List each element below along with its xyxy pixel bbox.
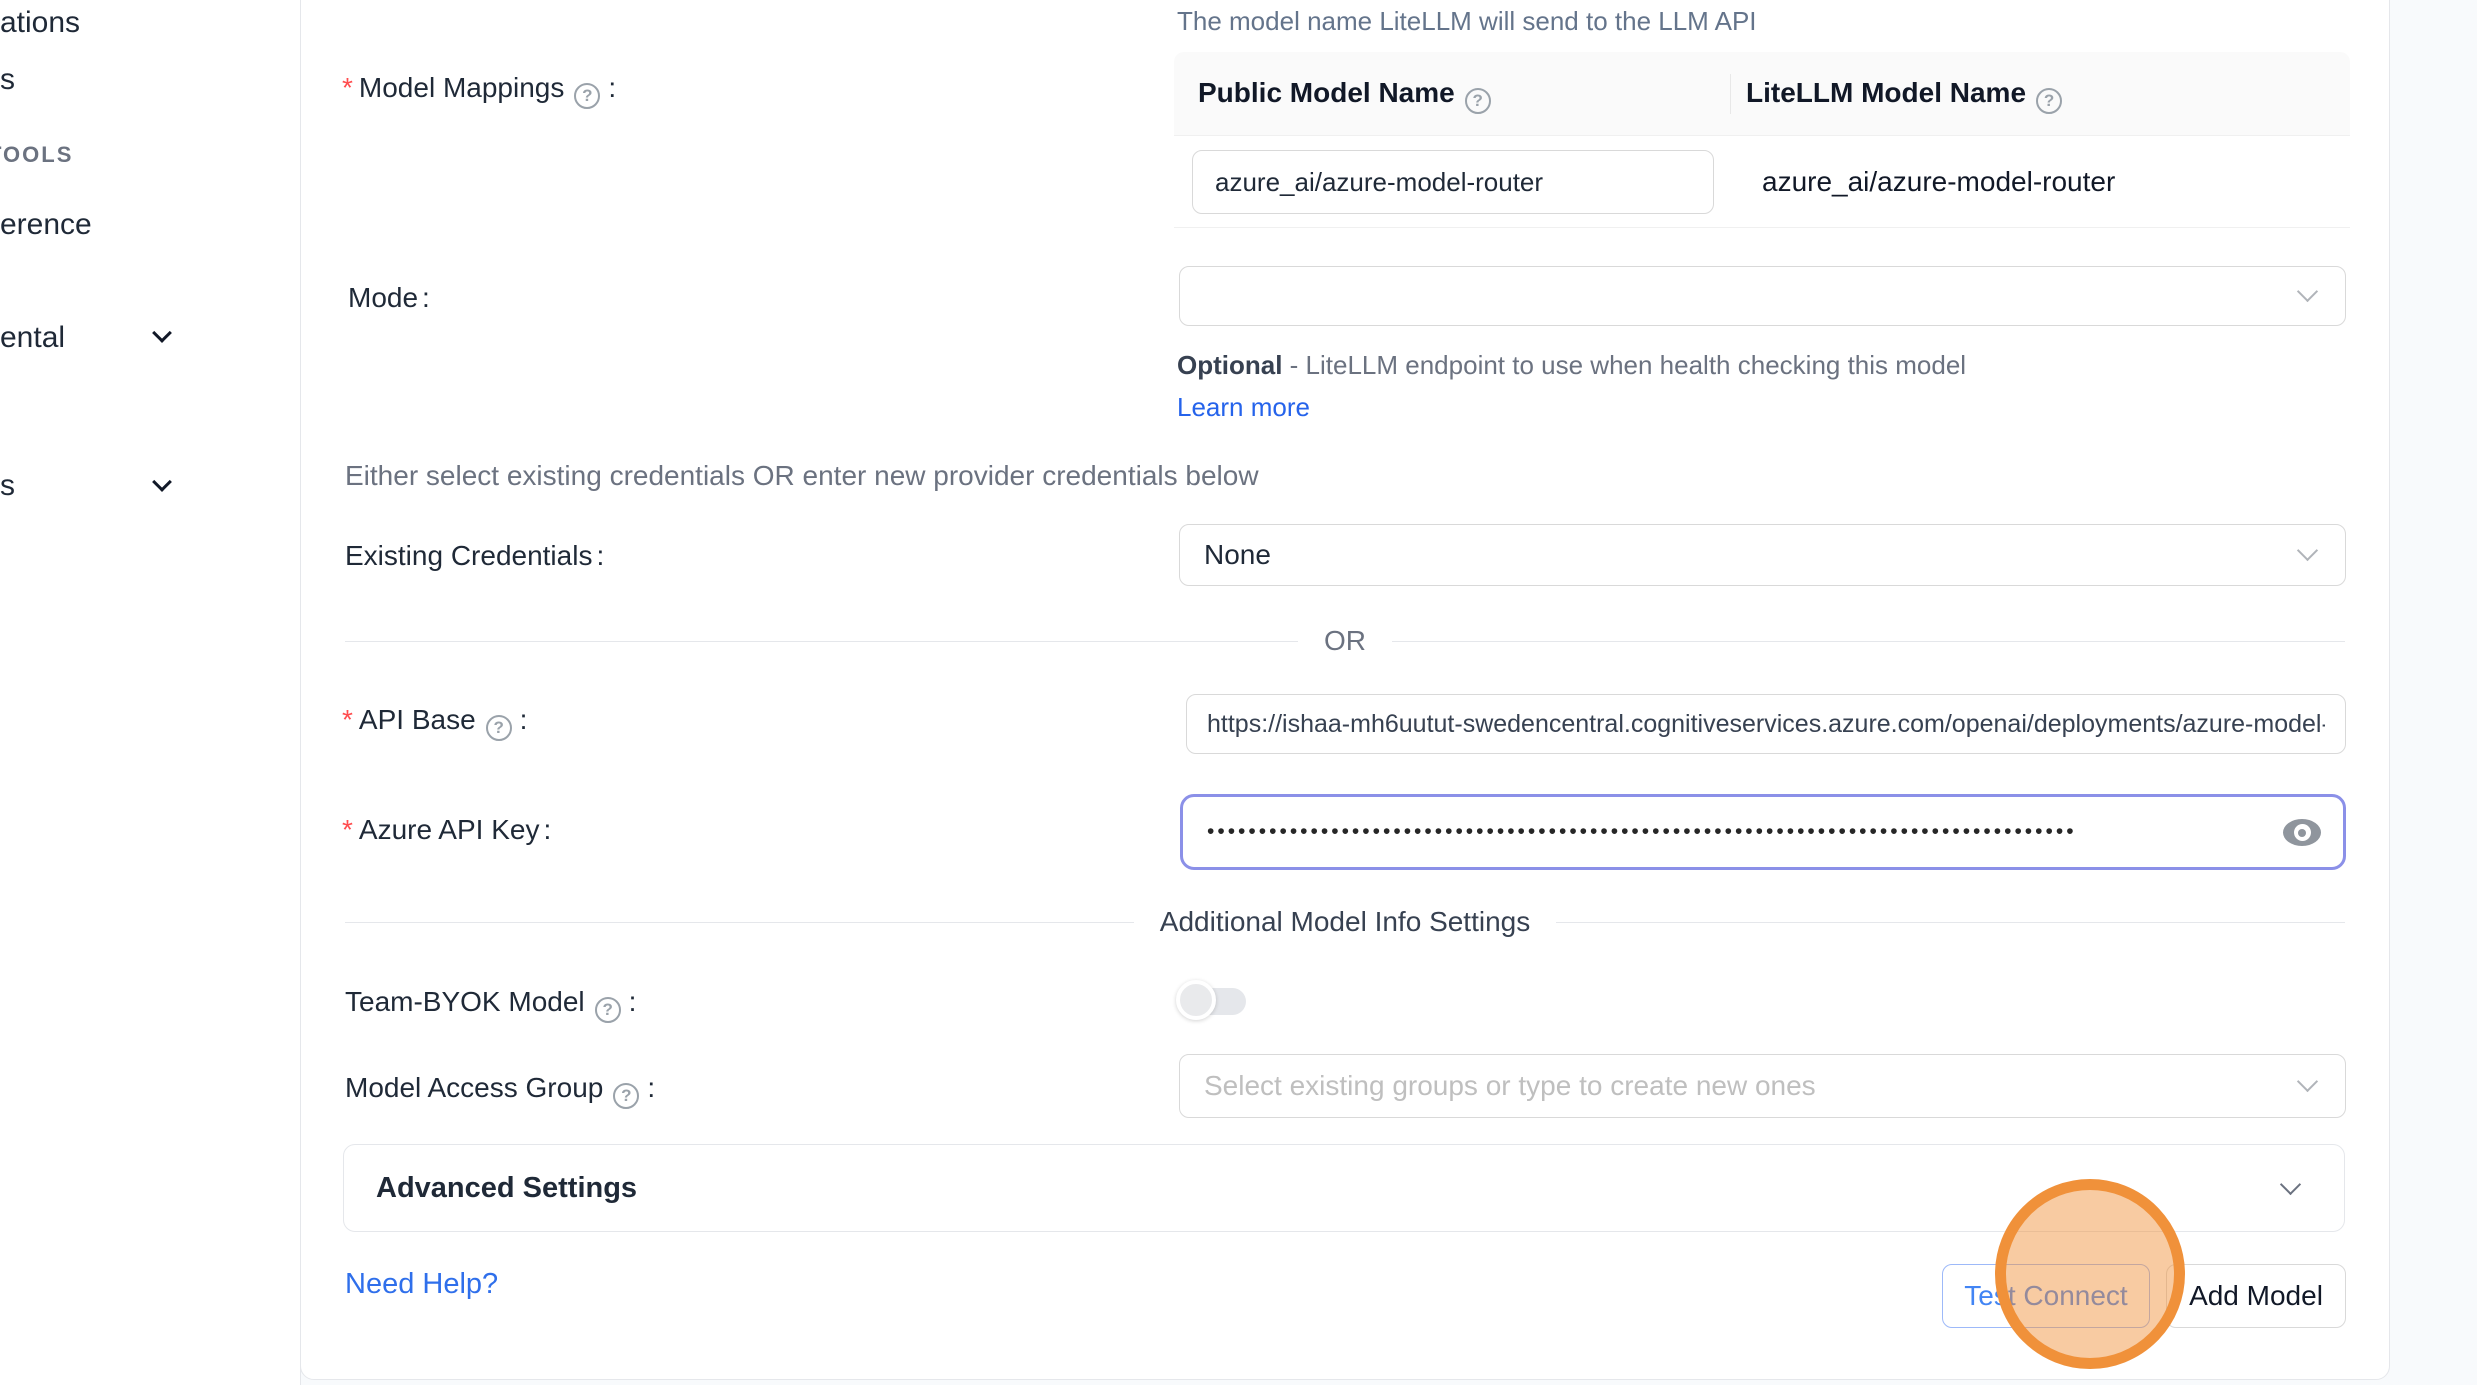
- sidebar-item-truncated-1[interactable]: ations: [0, 6, 80, 40]
- advanced-settings-panel[interactable]: Advanced Settings: [343, 1144, 2345, 1232]
- api-base-label: *API Base:: [342, 704, 527, 737]
- learn-more-link[interactable]: Learn more: [1177, 392, 1310, 422]
- chevron-down-icon: [2280, 1174, 2301, 1195]
- or-divider: OR: [345, 613, 2345, 669]
- column-header-public-model-name: Public Model Name: [1174, 77, 1730, 110]
- help-icon[interactable]: [486, 715, 512, 741]
- existing-credentials-label-text: Existing Credentials: [345, 540, 592, 571]
- existing-credentials-value: None: [1180, 539, 1271, 571]
- model-access-group-placeholder: Select existing groups or type to create…: [1180, 1070, 1816, 1102]
- additional-settings-divider: Additional Model Info Settings: [345, 894, 2345, 950]
- divider-line: [345, 922, 1134, 923]
- api-base-input[interactable]: [1186, 694, 2346, 754]
- chevron-down-icon[interactable]: [152, 472, 172, 492]
- model-access-group-select[interactable]: Select existing groups or type to create…: [1179, 1054, 2346, 1118]
- need-help-link[interactable]: Need Help?: [345, 1268, 498, 1301]
- divider-line: [1392, 641, 2345, 642]
- label-colon: :: [629, 986, 637, 1017]
- test-connect-button[interactable]: Test Connect: [1942, 1264, 2150, 1328]
- divider-line: [345, 641, 1298, 642]
- api-base-label-text: API Base: [359, 704, 476, 735]
- label-colon: :: [520, 704, 528, 735]
- sidebar-section-label: TOOLS: [0, 142, 73, 167]
- column-header-text: Public Model Name: [1198, 77, 1455, 108]
- column-header-litellm-model-name: LiteLLM Model Name: [1730, 77, 2070, 110]
- label-colon: :: [647, 1072, 655, 1103]
- add-model-button[interactable]: Add Model: [2166, 1264, 2346, 1328]
- help-icon[interactable]: [595, 997, 621, 1023]
- sidebar-item-truncated-4[interactable]: ental: [0, 321, 65, 355]
- sidebar-item-label: s: [0, 63, 15, 96]
- mode-helper-body: - LiteLLM endpoint to use when health ch…: [1282, 350, 1966, 380]
- chevron-down-icon: [2297, 1071, 2318, 1092]
- model-mappings-label: *Model Mappings:: [342, 72, 616, 105]
- team-byok-toggle-knob[interactable]: [1176, 980, 1216, 1020]
- help-icon[interactable]: [1465, 88, 1491, 114]
- mode-label-text: Mode: [348, 282, 418, 313]
- add-model-label: Add Model: [2189, 1280, 2323, 1312]
- required-asterisk: *: [342, 704, 353, 735]
- advanced-settings-title: Advanced Settings: [344, 1172, 637, 1205]
- team-byok-label: Team-BYOK Model:: [345, 986, 636, 1019]
- mode-select[interactable]: [1179, 266, 2346, 326]
- model-access-group-label: Model Access Group:: [345, 1072, 655, 1105]
- sidebar-section-tools: TOOLS: [0, 142, 73, 168]
- model-mappings-label-text: Model Mappings: [359, 72, 564, 103]
- azure-api-key-label: *Azure API Key:: [342, 814, 551, 846]
- sidebar-item-truncated-5[interactable]: s: [0, 469, 15, 503]
- team-byok-label-text: Team-BYOK Model: [345, 986, 585, 1017]
- sidebar-item-truncated-3[interactable]: erence: [0, 208, 92, 242]
- credentials-note: Either select existing credentials OR en…: [345, 460, 1259, 492]
- azure-api-key-label-text: Azure API Key: [359, 814, 540, 845]
- sidebar-item-label: ental: [0, 321, 65, 354]
- label-colon: :: [543, 814, 551, 845]
- label-colon: :: [608, 72, 616, 103]
- model-mappings-table: Public Model Name LiteLLM Model Name azu…: [1174, 52, 2350, 228]
- sidebar: ations s TOOLS erence ental s: [0, 0, 301, 1385]
- eye-icon-iris: [2294, 824, 2311, 841]
- chevron-down-icon[interactable]: [152, 323, 172, 343]
- eye-icon[interactable]: [2283, 819, 2321, 846]
- mode-helper-text: Optional - LiteLLM endpoint to use when …: [1177, 344, 2007, 428]
- header-divider: [1730, 74, 1731, 114]
- existing-credentials-label: Existing Credentials:: [345, 540, 604, 572]
- sidebar-item-truncated-2[interactable]: s: [0, 63, 15, 97]
- additional-settings-divider-label: Additional Model Info Settings: [1160, 906, 1530, 938]
- model-name-hint: The model name LiteLLM will send to the …: [1177, 6, 1757, 37]
- add-model-page: ations s TOOLS erence ental s The model …: [0, 0, 2477, 1385]
- mode-helper-bold: Optional: [1177, 350, 1282, 380]
- azure-api-key-input[interactable]: ••••••••••••••••••••••••••••••••••••••••…: [1180, 794, 2346, 870]
- label-colon: :: [422, 282, 430, 313]
- table-row: azure_ai/azure-model-router: [1174, 136, 2350, 228]
- eye-icon-pupil: [2298, 829, 2306, 837]
- model-access-group-label-text: Model Access Group: [345, 1072, 603, 1103]
- chevron-down-icon: [2297, 540, 2318, 561]
- sidebar-item-label: ations: [0, 6, 80, 39]
- divider-line: [1556, 922, 2345, 923]
- masked-password-value: ••••••••••••••••••••••••••••••••••••••••…: [1183, 820, 2223, 844]
- required-asterisk: *: [342, 72, 353, 103]
- sidebar-item-label: s: [0, 469, 15, 502]
- test-connect-label: Test Connect: [1964, 1280, 2127, 1312]
- public-model-name-input[interactable]: [1192, 150, 1714, 214]
- required-asterisk: *: [342, 814, 353, 845]
- litellm-model-name-value: azure_ai/azure-model-router: [1746, 136, 2115, 228]
- help-icon[interactable]: [2036, 88, 2062, 114]
- label-colon: :: [596, 540, 604, 571]
- sidebar-item-label: erence: [0, 208, 92, 241]
- column-header-text: LiteLLM Model Name: [1746, 77, 2026, 108]
- or-divider-label: OR: [1324, 625, 1366, 657]
- chevron-down-icon: [2297, 281, 2318, 302]
- mode-label: Mode:: [348, 282, 430, 314]
- model-mappings-table-header: Public Model Name LiteLLM Model Name: [1174, 52, 2350, 136]
- existing-credentials-select[interactable]: None: [1179, 524, 2346, 586]
